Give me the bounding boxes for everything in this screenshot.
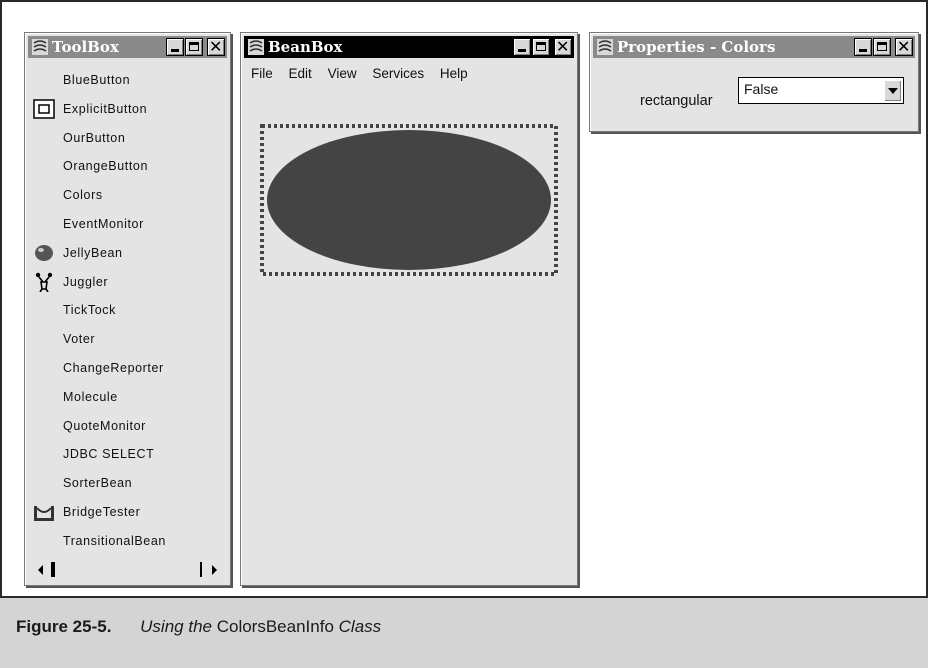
bean-app-icon <box>248 39 264 55</box>
menu-view[interactable]: View <box>328 66 357 81</box>
rectangular-select[interactable]: False <box>738 77 904 104</box>
maximize-button[interactable] <box>185 38 203 56</box>
minimize-button[interactable] <box>166 38 184 56</box>
maximize-button[interactable] <box>873 38 891 56</box>
colors-bean[interactable] <box>260 124 558 276</box>
properties-titlebar[interactable]: Properties - Colors ✕ <box>593 36 915 58</box>
horizontal-scrollbar[interactable] <box>31 561 224 579</box>
scroll-thumb[interactable] <box>51 562 55 577</box>
minimize-icon <box>859 49 867 52</box>
tool-item-colors[interactable]: Colors <box>33 182 228 211</box>
menu-edit[interactable]: Edit <box>289 66 312 81</box>
scroll-track-end <box>200 562 202 577</box>
figure-caption: Figure 25-5. Using the ColorsBeanInfo Cl… <box>0 598 928 668</box>
property-label-rectangular: rectangular <box>640 93 713 109</box>
close-button[interactable]: ✕ <box>207 37 225 56</box>
tool-item-voter[interactable]: Voter <box>33 326 228 355</box>
beanbox-window: BeanBox ✕ File Edit View Services Help <box>240 32 578 586</box>
scroll-right-icon[interactable] <box>206 561 222 579</box>
jellybean-icon <box>35 244 53 261</box>
tool-item-explicitbutton[interactable]: ExplicitButton <box>33 96 228 125</box>
properties-window: Properties - Colors ✕ rectangular False <box>589 32 919 132</box>
tool-item-bridgetester[interactable]: BridgeTester <box>33 499 228 528</box>
maximize-button[interactable] <box>532 38 550 56</box>
tool-item-juggler[interactable]: Juggler <box>33 269 228 298</box>
beanbox-title: BeanBox <box>268 38 343 56</box>
tool-item-ticktock[interactable]: TickTock <box>33 297 228 326</box>
figure-number: Figure 25-5. <box>16 617 112 636</box>
menu-services[interactable]: Services <box>372 66 424 81</box>
close-icon: ✕ <box>556 37 570 56</box>
close-icon: ✕ <box>209 37 223 56</box>
tool-item-orangebutton[interactable]: OrangeButton <box>33 153 228 182</box>
beanbox-titlebar[interactable]: BeanBox ✕ <box>244 36 574 58</box>
minimize-button[interactable] <box>513 38 531 56</box>
menu-bar: File Edit View Services Help <box>251 66 480 81</box>
minimize-button[interactable] <box>854 38 872 56</box>
toolbox-window: ToolBox ✕ BlueButton ExplicitButton OurB… <box>24 32 231 586</box>
scroll-left-icon[interactable] <box>33 561 49 579</box>
tool-item-jellybean[interactable]: JellyBean <box>33 240 228 269</box>
menu-help[interactable]: Help <box>440 66 468 81</box>
maximize-icon <box>189 42 199 51</box>
tool-item-molecule[interactable]: Molecule <box>33 384 228 413</box>
toolbox-titlebar[interactable]: ToolBox ✕ <box>28 36 227 58</box>
bean-ellipse <box>267 130 551 270</box>
maximize-icon <box>877 42 887 51</box>
close-button[interactable]: ✕ <box>554 37 572 56</box>
bridge-icon <box>34 505 54 521</box>
chevron-down-icon[interactable] <box>884 80 901 101</box>
toolbox-title: ToolBox <box>52 38 119 56</box>
minimize-icon <box>171 49 179 52</box>
tool-item-ourbutton[interactable]: OurButton <box>33 125 228 154</box>
button-icon <box>33 99 55 119</box>
menu-file[interactable]: File <box>251 66 273 81</box>
tool-item-bluebutton[interactable]: BlueButton <box>33 67 228 96</box>
tool-item-sorterbean[interactable]: SorterBean <box>33 470 228 499</box>
rectangular-select-value: False <box>744 81 779 97</box>
toolbox-list: BlueButton ExplicitButton OurButton Oran… <box>33 67 228 557</box>
maximize-icon <box>536 42 546 51</box>
tool-item-transitionalbean[interactable]: TransitionalBean <box>33 528 228 557</box>
tool-item-eventmonitor[interactable]: EventMonitor <box>33 211 228 240</box>
tool-item-quotemonitor[interactable]: QuoteMonitor <box>33 413 228 442</box>
close-icon: ✕ <box>897 37 911 56</box>
minimize-icon <box>518 49 526 52</box>
figure-text: Using the ColorsBeanInfo Class <box>140 617 382 636</box>
figure-frame: ToolBox ✕ BlueButton ExplicitButton OurB… <box>0 0 928 598</box>
close-button[interactable]: ✕ <box>895 37 913 56</box>
bean-app-icon <box>597 39 613 55</box>
bean-app-icon <box>32 39 48 55</box>
tool-item-changereporter[interactable]: ChangeReporter <box>33 355 228 384</box>
tool-item-jdbc-select[interactable]: JDBC SELECT <box>33 441 228 470</box>
properties-title: Properties - Colors <box>617 38 776 56</box>
juggler-icon <box>35 272 53 292</box>
